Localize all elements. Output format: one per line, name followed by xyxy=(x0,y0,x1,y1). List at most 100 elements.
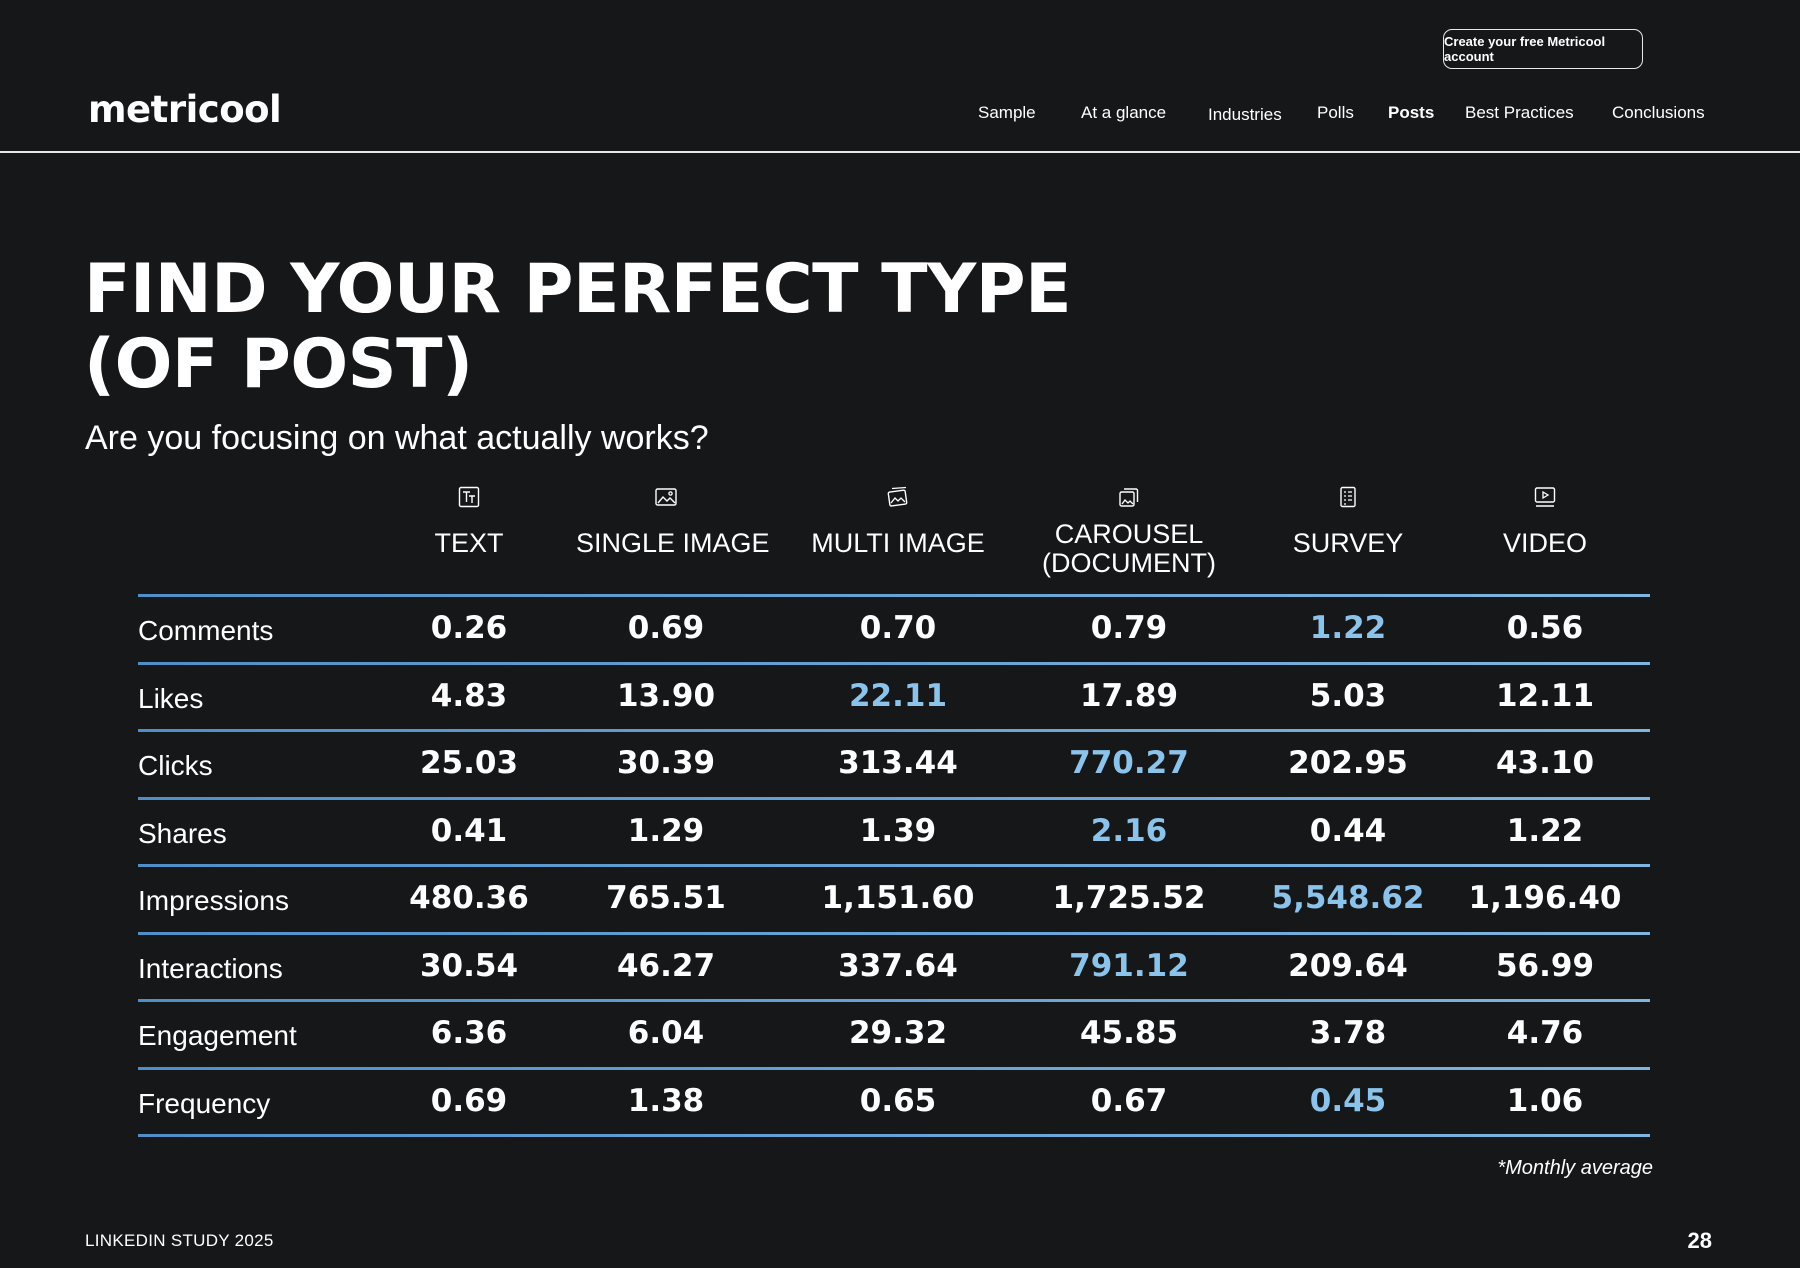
table-cell: 46.27 xyxy=(616,947,716,984)
table-cell: 1.06 xyxy=(1506,1082,1584,1119)
title-line-2: (OF POST) xyxy=(84,325,473,404)
column-header-video: VIDEO xyxy=(1455,485,1635,558)
table-cell: 1,725.52 xyxy=(1052,880,1206,916)
nav-item-polls[interactable]: Polls xyxy=(1317,103,1354,123)
row-label: Interactions xyxy=(138,952,283,984)
column-label-survey: SURVEY xyxy=(1292,528,1404,558)
nav-item-industries[interactable]: Industries xyxy=(1208,105,1282,125)
table-cell: 0.79 xyxy=(1090,610,1168,646)
column-label-single-image: SINGLE IMAGE xyxy=(576,528,770,558)
column-header-carousel: CAROUSEL (DOCUMENT) xyxy=(1039,485,1219,578)
row-label: Impressions xyxy=(138,885,289,916)
table-cell: 4.83 xyxy=(430,677,508,714)
page-number: 28 xyxy=(1687,1228,1712,1253)
table-cell: 1.29 xyxy=(627,812,705,849)
column-label-multi-image: MULTI IMAGE xyxy=(811,528,985,558)
table-cell: 1.39 xyxy=(859,812,937,849)
column-header-multi-image: MULTI IMAGE xyxy=(808,485,988,558)
table-cell: 0.65 xyxy=(859,1082,937,1119)
table-cell: 29.32 xyxy=(848,1015,948,1051)
table-cell: 22.11 xyxy=(848,677,948,714)
table-cell: 6.04 xyxy=(627,1015,705,1051)
top-navigation: Sample At a glance Industries Polls Post… xyxy=(0,103,1800,127)
text-icon xyxy=(458,486,480,508)
table-cell: 56.99 xyxy=(1495,947,1595,984)
table-cell: 765.51 xyxy=(606,880,726,916)
row-label: Comments xyxy=(138,615,274,646)
column-label-text: TEXT xyxy=(434,528,504,558)
table-cell: 3.78 xyxy=(1309,1015,1387,1051)
survey-icon xyxy=(1340,486,1356,508)
table-cell: 0.26 xyxy=(430,610,508,646)
table-cell: 5,548.62 xyxy=(1271,880,1425,916)
table-cell: 0.67 xyxy=(1090,1082,1168,1119)
table-cell: 1,196.40 xyxy=(1468,880,1622,916)
table-cell: 0.45 xyxy=(1309,1082,1387,1119)
column-label-carousel-line-1: CAROUSEL xyxy=(1054,519,1204,549)
nav-item-at-a-glance[interactable]: At a glance xyxy=(1081,103,1166,123)
table-cell: 337.64 xyxy=(838,947,958,984)
table-row: Engagement 6.36 6.04 29.32 45.85 3.78 4.76 xyxy=(0,999,1800,1066)
table-cell: 1.22 xyxy=(1506,812,1584,849)
table-row: Likes 4.83 13.90 22.11 17.89 5.03 12.11 xyxy=(0,662,1800,729)
footnote: *Monthly average xyxy=(1497,1157,1653,1179)
table-cell: 0.70 xyxy=(859,610,937,646)
table-row: Shares 0.41 1.29 1.39 2.16 0.44 1.22 xyxy=(0,797,1800,864)
nav-item-conclusions[interactable]: Conclusions xyxy=(1612,103,1705,123)
table-cell: 1.22 xyxy=(1309,610,1387,646)
table-cell: 791.12 xyxy=(1069,947,1189,984)
table-cell: 5.03 xyxy=(1309,677,1387,714)
table-cell: 313.44 xyxy=(838,745,958,781)
row-label: Engagement xyxy=(138,1020,297,1051)
table-cell: 30.39 xyxy=(616,745,716,781)
header-divider xyxy=(0,151,1800,153)
table-row: Clicks 25.03 30.39 313.44 770.27 202.95 43.10 xyxy=(0,729,1800,796)
title-line-1: FIND YOUR PERFECT TYPE xyxy=(84,250,1072,329)
table-cell: 43.10 xyxy=(1495,745,1595,781)
table-cell: 45.85 xyxy=(1079,1015,1179,1051)
table-row: Comments 0.26 0.69 0.70 0.79 1.22 0.56 xyxy=(0,594,1800,661)
page-subtitle: Are you focusing on what actually works? xyxy=(85,419,709,457)
table-cell: 0.69 xyxy=(430,1082,508,1119)
table-cell: 2.16 xyxy=(1090,812,1168,849)
create-account-button[interactable]: Create your free Metricool account xyxy=(1443,29,1643,69)
image-icon xyxy=(655,488,677,506)
video-icon xyxy=(1534,487,1556,507)
table-cell: 12.11 xyxy=(1495,677,1595,714)
table-cell: 17.89 xyxy=(1079,677,1179,714)
page-title: FIND YOUR PERFECT TYPE (OF POST) xyxy=(84,250,1072,404)
table-cell: 0.56 xyxy=(1506,610,1584,646)
row-label: Shares xyxy=(138,817,227,849)
table-cell: 202.95 xyxy=(1288,745,1408,781)
column-header-single-image: SINGLE IMAGE xyxy=(576,485,770,558)
table-cell: 770.27 xyxy=(1069,745,1189,781)
table-cell: 25.03 xyxy=(419,745,519,781)
table-cell: 4.76 xyxy=(1506,1015,1584,1051)
row-label: Clicks xyxy=(138,750,213,781)
table-cell: 480.36 xyxy=(409,880,529,916)
table-cell: 1,151.60 xyxy=(821,880,975,916)
table-cell: 6.36 xyxy=(430,1015,508,1051)
table-cell: 209.64 xyxy=(1288,947,1408,984)
study-label: LINKEDIN STUDY 2025 xyxy=(85,1231,274,1250)
table-row: Interactions 30.54 46.27 337.64 791.12 209.64… xyxy=(0,932,1800,999)
table-cell: 13.90 xyxy=(616,677,716,714)
column-header-survey: SURVEY xyxy=(1258,485,1438,558)
row-divider xyxy=(138,1134,1650,1137)
column-label-video: VIDEO xyxy=(1502,528,1588,558)
row-label: Likes xyxy=(138,682,204,714)
multi-image-icon xyxy=(887,486,908,507)
column-label-carousel-line-2: (DOCUMENT) xyxy=(1042,548,1216,578)
carousel-icon xyxy=(1119,488,1139,507)
table-cell: 0.69 xyxy=(627,610,705,646)
table-row: Frequency 0.69 1.38 0.65 0.67 0.45 1.06 xyxy=(0,1067,1800,1134)
report-page: Create your free Metricool account metri… xyxy=(0,0,1800,1268)
nav-item-best-practices[interactable]: Best Practices xyxy=(1465,103,1574,123)
table-cell: 0.41 xyxy=(430,812,508,849)
table-cell: 0.44 xyxy=(1309,812,1387,849)
row-label: Frequency xyxy=(138,1087,271,1119)
column-label-carousel: CAROUSEL (DOCUMENT) xyxy=(1039,520,1219,578)
column-header-text: TEXT xyxy=(379,485,559,558)
nav-item-posts[interactable]: Posts xyxy=(1388,103,1434,123)
nav-item-sample[interactable]: Sample xyxy=(978,103,1036,123)
